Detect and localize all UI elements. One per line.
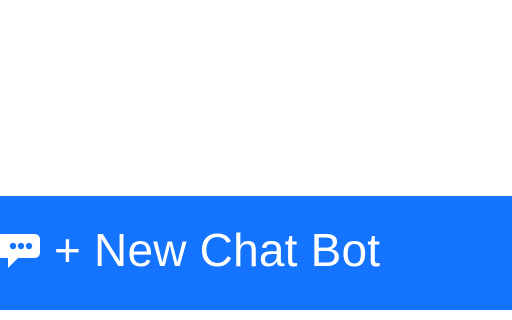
new-chat-bot-button[interactable]: + New Chat Bot	[0, 196, 512, 310]
button-content: + New Chat Bot	[0, 226, 380, 274]
new-chat-bot-label: + New Chat Bot	[54, 224, 381, 276]
chat-bubble-icon	[0, 226, 44, 274]
